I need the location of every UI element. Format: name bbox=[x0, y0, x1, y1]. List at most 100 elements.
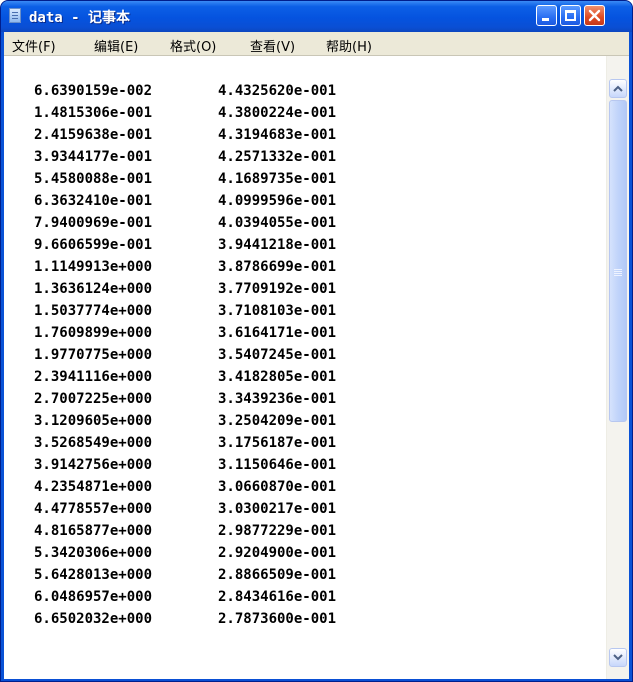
line-value-y: 2.9877229e-001 bbox=[218, 523, 337, 539]
text-line: 2.4159638e-001 4.3194683e-001 bbox=[34, 124, 336, 146]
line-value-x: 5.3420306e+000 bbox=[34, 545, 153, 561]
line-value-y: 2.8866509e-001 bbox=[218, 567, 337, 583]
line-value-x: 1.1149913e+000 bbox=[34, 259, 153, 275]
line-value-x: 3.1209605e+000 bbox=[34, 413, 153, 429]
line-value-x: 6.6390159e-002 bbox=[34, 83, 153, 99]
line-value-x: 6.0486957e+000 bbox=[34, 589, 153, 605]
line-value-x: 6.6502032e+000 bbox=[34, 611, 153, 627]
line-value-x: 9.6606599e-001 bbox=[34, 237, 153, 253]
line-value-x: 1.7609899e+000 bbox=[34, 325, 153, 341]
text-line: 2.3941116e+000 3.4182805e-001 bbox=[34, 366, 336, 388]
window-title: data - 记事本 bbox=[29, 10, 131, 26]
line-value-y: 3.1756187e-001 bbox=[218, 435, 337, 451]
line-value-x: 4.4778557e+000 bbox=[34, 501, 153, 517]
line-value-x: 4.2354871e+000 bbox=[34, 479, 153, 495]
scroll-down-button[interactable] bbox=[609, 648, 627, 667]
menu-format[interactable]: 格式(O) bbox=[170, 36, 216, 55]
line-value-y: 3.5407245e-001 bbox=[218, 347, 337, 363]
text-line: 5.3420306e+000 2.9204900e-001 bbox=[34, 542, 336, 564]
line-value-y: 4.4325620e-001 bbox=[218, 83, 337, 99]
line-value-x: 2.3941116e+000 bbox=[34, 369, 153, 385]
line-value-y: 3.0300217e-001 bbox=[218, 501, 337, 517]
text-line: 3.9344177e-001 4.2571332e-001 bbox=[34, 146, 336, 168]
line-value-y: 2.9204900e-001 bbox=[218, 545, 337, 561]
vertical-scrollbar[interactable] bbox=[606, 56, 629, 679]
menu-help[interactable]: 帮助(H) bbox=[326, 36, 372, 55]
text-line: 1.7609899e+000 3.6164171e-001 bbox=[34, 322, 336, 344]
maximize-button[interactable] bbox=[560, 5, 581, 26]
line-value-y: 3.7108103e-001 bbox=[218, 303, 337, 319]
text-line: 5.6428013e+000 2.8866509e-001 bbox=[34, 564, 336, 586]
line-value-y: 4.3194683e-001 bbox=[218, 127, 337, 143]
text-line: 6.6390159e-002 4.4325620e-001 bbox=[34, 80, 336, 102]
line-value-y: 3.9441218e-001 bbox=[218, 237, 337, 253]
close-icon bbox=[588, 9, 601, 22]
line-value-x: 3.5268549e+000 bbox=[34, 435, 153, 451]
line-value-y: 3.6164171e-001 bbox=[218, 325, 337, 341]
notepad-window: data - 记事本 文件(F) 编辑(E) 格式(O) 查看(V) 帮助(H)… bbox=[0, 0, 633, 682]
chevron-down-icon bbox=[613, 654, 623, 661]
line-value-x: 5.4580088e-001 bbox=[34, 171, 153, 187]
menu-view[interactable]: 查看(V) bbox=[250, 36, 295, 55]
minimize-button[interactable] bbox=[536, 5, 557, 26]
line-value-x: 1.9770775e+000 bbox=[34, 347, 153, 363]
minimize-icon bbox=[542, 18, 549, 21]
scrollbar-thumb[interactable] bbox=[609, 100, 627, 422]
line-value-y: 3.7709192e-001 bbox=[218, 281, 337, 297]
line-value-x: 1.3636124e+000 bbox=[34, 281, 153, 297]
line-value-y: 4.1689735e-001 bbox=[218, 171, 337, 187]
line-value-y: 2.8434616e-001 bbox=[218, 589, 337, 605]
text-line: 2.7007225e+000 3.3439236e-001 bbox=[34, 388, 336, 410]
text-line: 4.2354871e+000 3.0660870e-001 bbox=[34, 476, 336, 498]
line-value-x: 3.9142756e+000 bbox=[34, 457, 153, 473]
document-lines: 6.6390159e-002 4.4325620e-001 1.4815306e-0… bbox=[34, 80, 336, 630]
line-value-y: 3.8786699e-001 bbox=[218, 259, 337, 275]
text-line: 3.5268549e+000 3.1756187e-001 bbox=[34, 432, 336, 454]
line-value-y: 4.0394055e-001 bbox=[218, 215, 337, 231]
notepad-icon[interactable] bbox=[9, 8, 21, 23]
menu-bar: 文件(F) 编辑(E) 格式(O) 查看(V) 帮助(H) bbox=[4, 32, 629, 56]
line-value-y: 3.1150646e-001 bbox=[218, 457, 337, 473]
text-line: 4.8165877e+000 2.9877229e-001 bbox=[34, 520, 336, 542]
line-value-y: 4.2571332e-001 bbox=[218, 149, 337, 165]
maximize-icon bbox=[565, 10, 576, 21]
thumb-grip-icon bbox=[614, 269, 622, 270]
line-value-x: 6.3632410e-001 bbox=[34, 193, 153, 209]
text-line: 7.9400969e-001 4.0394055e-001 bbox=[34, 212, 336, 234]
line-value-x: 4.8165877e+000 bbox=[34, 523, 153, 539]
line-value-x: 1.4815306e-001 bbox=[34, 105, 153, 121]
line-value-x: 1.5037774e+000 bbox=[34, 303, 153, 319]
menu-file[interactable]: 文件(F) bbox=[12, 36, 56, 55]
scroll-up-button[interactable] bbox=[609, 79, 627, 98]
text-line: 5.4580088e-001 4.1689735e-001 bbox=[34, 168, 336, 190]
text-line: 3.9142756e+000 3.1150646e-001 bbox=[34, 454, 336, 476]
line-value-y: 3.4182805e-001 bbox=[218, 369, 337, 385]
line-value-x: 2.7007225e+000 bbox=[34, 391, 153, 407]
text-line: 9.6606599e-001 3.9441218e-001 bbox=[34, 234, 336, 256]
menu-edit[interactable]: 编辑(E) bbox=[94, 36, 138, 55]
line-value-y: 3.0660870e-001 bbox=[218, 479, 337, 495]
line-value-x: 7.9400969e-001 bbox=[34, 215, 153, 231]
line-value-y: 3.3439236e-001 bbox=[218, 391, 337, 407]
text-line: 3.1209605e+000 3.2504209e-001 bbox=[34, 410, 336, 432]
text-line: 1.1149913e+000 3.8786699e-001 bbox=[34, 256, 336, 278]
text-line: 4.4778557e+000 3.0300217e-001 bbox=[34, 498, 336, 520]
close-button[interactable] bbox=[584, 5, 605, 26]
text-editor[interactable]: 6.6390159e-002 4.4325620e-001 1.4815306e-0… bbox=[4, 56, 606, 679]
line-value-y: 2.7873600e-001 bbox=[218, 611, 337, 627]
title-bar[interactable]: data - 记事本 bbox=[1, 1, 632, 32]
line-value-x: 5.6428013e+000 bbox=[34, 567, 153, 583]
text-line: 6.3632410e-001 4.0999596e-001 bbox=[34, 190, 336, 212]
chevron-up-icon bbox=[613, 85, 623, 92]
text-line: 6.6502032e+000 2.7873600e-001 bbox=[34, 608, 336, 630]
line-value-y: 4.0999596e-001 bbox=[218, 193, 337, 209]
text-line: 1.9770775e+000 3.5407245e-001 bbox=[34, 344, 336, 366]
line-value-y: 4.3800224e-001 bbox=[218, 105, 337, 121]
text-line: 1.4815306e-001 4.3800224e-001 bbox=[34, 102, 336, 124]
text-line: 1.3636124e+000 3.7709192e-001 bbox=[34, 278, 336, 300]
text-line: 6.0486957e+000 2.8434616e-001 bbox=[34, 586, 336, 608]
text-line: 1.5037774e+000 3.7108103e-001 bbox=[34, 300, 336, 322]
line-value-y: 3.2504209e-001 bbox=[218, 413, 337, 429]
line-value-x: 3.9344177e-001 bbox=[34, 149, 153, 165]
line-value-x: 2.4159638e-001 bbox=[34, 127, 153, 143]
